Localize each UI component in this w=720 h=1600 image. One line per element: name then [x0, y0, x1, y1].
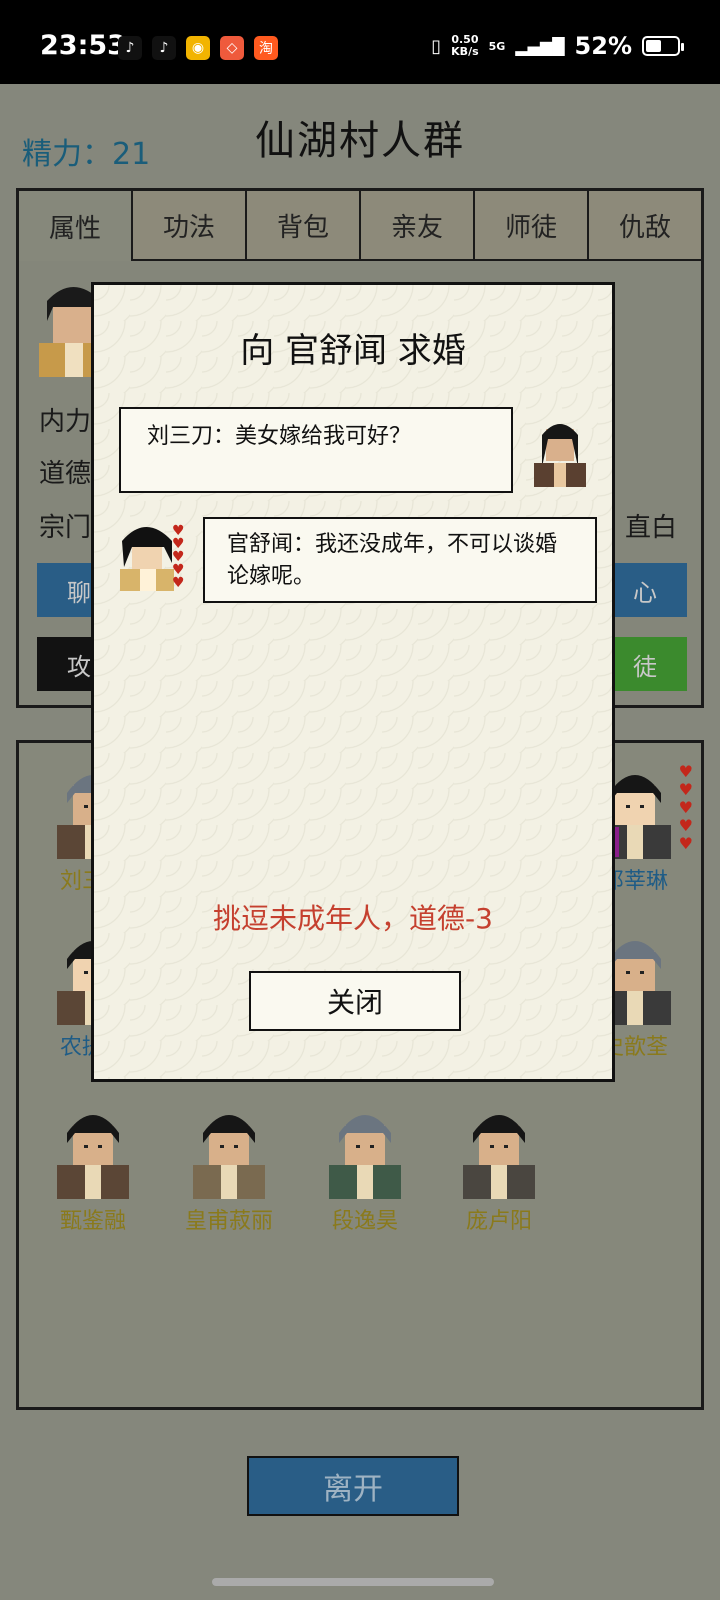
villager-name: 甄鉴融 [59, 1209, 126, 1234]
signal-icon: ▂▄▆█ [515, 36, 565, 56]
morality-penalty-message: 挑逗未成年人，道德-3 [213, 902, 493, 935]
page-title: 仙湖村人群 [255, 118, 465, 164]
weibo-icon: ◉ [186, 36, 210, 60]
villager-portrait [187, 1103, 271, 1199]
battery-icon [642, 36, 684, 56]
taobao-icon: 淘 [254, 36, 278, 60]
stat-morality: 道德 [39, 459, 92, 489]
villager-name: 段逸昊 [331, 1209, 398, 1234]
speech-bubble-suitor: 刘三刀：美女嫁给我可好？ [119, 407, 513, 493]
stat-internal-power: 内力 [39, 407, 92, 437]
tab-enemies[interactable]: 仇敌 [589, 191, 701, 261]
speech-bubble-target: 官舒闻：我还没成年，不可以谈婚论嫁呢。 [203, 517, 597, 603]
villager-card[interactable]: 庞卢阳 [439, 1103, 559, 1235]
clock: 23:53 [40, 30, 126, 61]
app-icon: ◇ [220, 36, 244, 60]
target-portrait [120, 527, 174, 591]
network-type: 5G [488, 39, 506, 53]
notification-icons: ♪ ♪ ◉ ◇ 淘 [118, 36, 278, 60]
villager-portrait [457, 1103, 541, 1199]
close-button[interactable]: 关闭 [249, 971, 461, 1031]
tab-attributes[interactable]: 属性 [19, 191, 133, 261]
affection-hearts: ♥♥♥♥♥ [678, 762, 693, 853]
villager-portrait [51, 1103, 135, 1199]
tab-relatives[interactable]: 亲友 [361, 191, 475, 261]
home-indicator[interactable] [212, 1578, 494, 1586]
villager-card[interactable]: 皇甫菽丽 [169, 1103, 289, 1235]
tiktok-icon: ♪ [152, 36, 176, 60]
stat-sect-value: 直白 [625, 513, 678, 543]
tab-bar: 属性 功法 背包 亲友 师徒 仇敌 [19, 191, 701, 261]
villager-name: 皇甫菽丽 [184, 1209, 273, 1234]
suitor-portrait [534, 424, 586, 487]
stat-sect: 宗门 [39, 513, 92, 543]
proposal-dialog: 向 官舒闻 求婚 刘三刀：美女嫁给我可好？ ♥ ♥ ♥ ♥ ♥ 官舒闻：我还没成年，不可… [91, 282, 615, 1082]
tiktok-icon: ♪ [118, 36, 142, 60]
target-hearts: ♥ ♥ ♥ ♥ ♥ [172, 523, 185, 591]
tab-mentorship[interactable]: 师徒 [475, 191, 589, 261]
villager-card[interactable]: 甄鉴融 [33, 1103, 153, 1235]
villager-portrait [323, 1103, 407, 1199]
battery-percent: 52% [574, 32, 632, 60]
leave-button[interactable]: 离开 [247, 1456, 459, 1516]
network-speed: 0.50 KB/s [451, 33, 479, 58]
vibrate-icon: ▯ [431, 35, 442, 57]
heart-button[interactable]: 心 [603, 563, 687, 617]
status-bar: 23:53 ♪ ♪ ◉ ◇ 淘 ▯ 0.50 KB/s 5G ▂▄▆█ 52% [0, 0, 720, 84]
dialog-title: 向 官舒闻 求婚 [240, 331, 466, 371]
tab-backpack[interactable]: 背包 [247, 191, 361, 261]
villager-card[interactable]: 段逸昊 [305, 1103, 425, 1235]
disciple-button[interactable]: 徒 [603, 637, 687, 691]
tab-skills[interactable]: 功法 [133, 191, 247, 261]
villager-name: 庞卢阳 [465, 1209, 532, 1234]
